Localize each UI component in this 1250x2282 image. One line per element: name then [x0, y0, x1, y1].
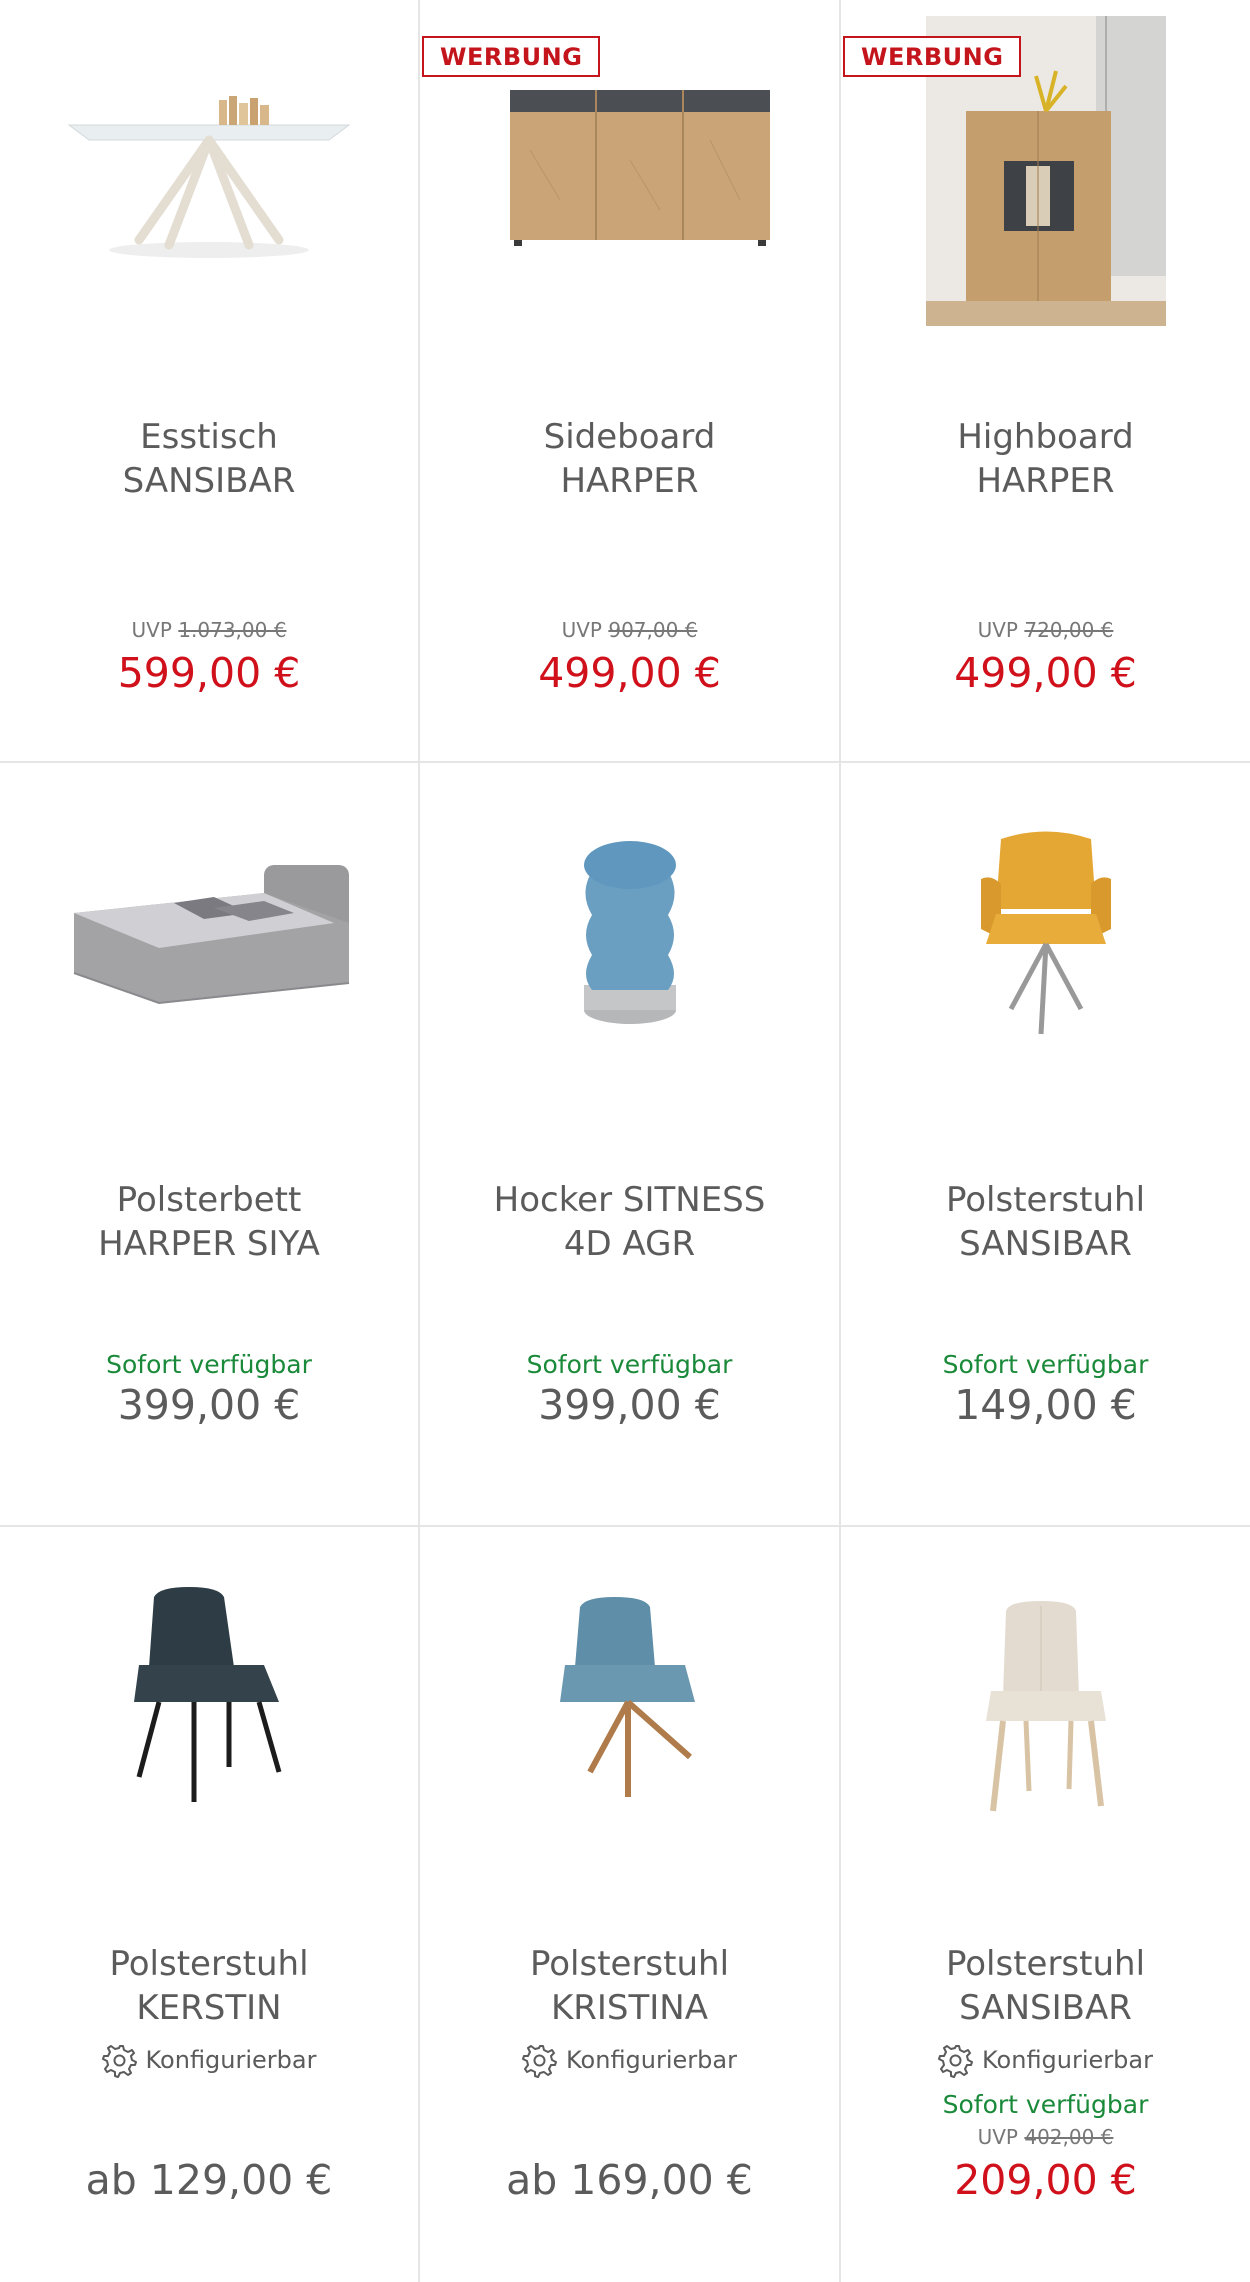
sale-price: 599,00 € — [117, 649, 301, 697]
product-title[interactable]: Hocker SITNESS 4D AGR — [430, 1178, 829, 1266]
uvp-price: UVP 720,00 € — [977, 618, 1114, 642]
gear-icon — [938, 2045, 973, 2078]
product-title[interactable]: Polsterstuhl KRISTINA — [430, 1942, 829, 2030]
chair-blue-image[interactable] — [420, 1527, 839, 1907]
chair-dark-image[interactable] — [0, 1527, 418, 1907]
sale-price: 499,00 € — [954, 649, 1137, 697]
sale-price: 499,00 € — [538, 649, 721, 697]
product-card[interactable]: WERBUNG Sideboard HARPER UVP 907,00 € 49… — [420, 0, 839, 761]
price: 399,00 € — [117, 1381, 301, 1429]
product-card[interactable]: Hocker SITNESS 4D AGR Sofort verfügbar 3… — [420, 763, 839, 1525]
price: ab 169,00 € — [506, 2156, 753, 2204]
product-title[interactable]: Highboard HARPER — [851, 415, 1240, 503]
product-card[interactable]: Esstisch SANSIBAR UVP 1.073,00 € 599,00 … — [0, 0, 418, 761]
product-card[interactable]: Polsterstuhl SANSIBAR Sofort verfügbar 1… — [841, 763, 1250, 1525]
product-title[interactable]: Polsterstuhl SANSIBAR — [851, 1178, 1240, 1266]
price: 149,00 € — [954, 1381, 1137, 1429]
armchair-yellow-image[interactable] — [841, 763, 1250, 1143]
chair-beige-image[interactable] — [841, 1527, 1250, 1907]
product-title[interactable]: Polsterstuhl SANSIBAR — [851, 1942, 1240, 2030]
uvp-price: UVP 402,00 € — [977, 2125, 1114, 2149]
product-title[interactable]: Sideboard HARPER — [430, 415, 829, 503]
dining-table-image[interactable] — [0, 0, 418, 380]
product-title[interactable]: Esstisch SANSIBAR — [10, 415, 408, 503]
product-grid: Esstisch SANSIBAR UVP 1.073,00 € 599,00 … — [0, 0, 1250, 2282]
price: ab 129,00 € — [85, 2156, 333, 2204]
product-card[interactable]: Polsterstuhl KERSTIN Konfigurierbar ab 1… — [0, 1527, 418, 2282]
product-title[interactable]: Polsterbett HARPER SIYA — [10, 1178, 408, 1266]
configurable-label[interactable]: Konfigurierbar — [0, 2042, 418, 2078]
price: 399,00 € — [538, 1381, 721, 1429]
configurable-label[interactable]: Konfigurierbar — [841, 2042, 1250, 2078]
availability-label: Sofort verfügbar — [942, 2090, 1149, 2119]
gear-icon — [101, 2045, 137, 2078]
configurable-label[interactable]: Konfigurierbar — [420, 2042, 839, 2078]
advertising-badge: WERBUNG — [422, 36, 601, 77]
uvp-price: UVP 1.073,00 € — [131, 618, 287, 642]
product-card[interactable]: Polsterstuhl SANSIBAR Konfigurierbar Sof… — [841, 1527, 1250, 2282]
sale-price: 209,00 € — [954, 2156, 1137, 2204]
advertising-badge: WERBUNG — [843, 36, 1022, 77]
bed-image[interactable] — [0, 763, 418, 1143]
stool-image[interactable] — [420, 763, 839, 1143]
product-card[interactable]: Polsterbett HARPER SIYA Sofort verfügbar… — [0, 763, 418, 1525]
product-card[interactable]: Polsterstuhl KRISTINA Konfigurierbar ab … — [420, 1527, 839, 2282]
product-card[interactable]: WERBUNG Highboard HARPER UVP 720,00 € 49… — [841, 0, 1250, 761]
gear-icon — [522, 2045, 557, 2078]
uvp-price: UVP 907,00 € — [561, 618, 698, 642]
product-title[interactable]: Polsterstuhl KERSTIN — [10, 1942, 408, 2030]
